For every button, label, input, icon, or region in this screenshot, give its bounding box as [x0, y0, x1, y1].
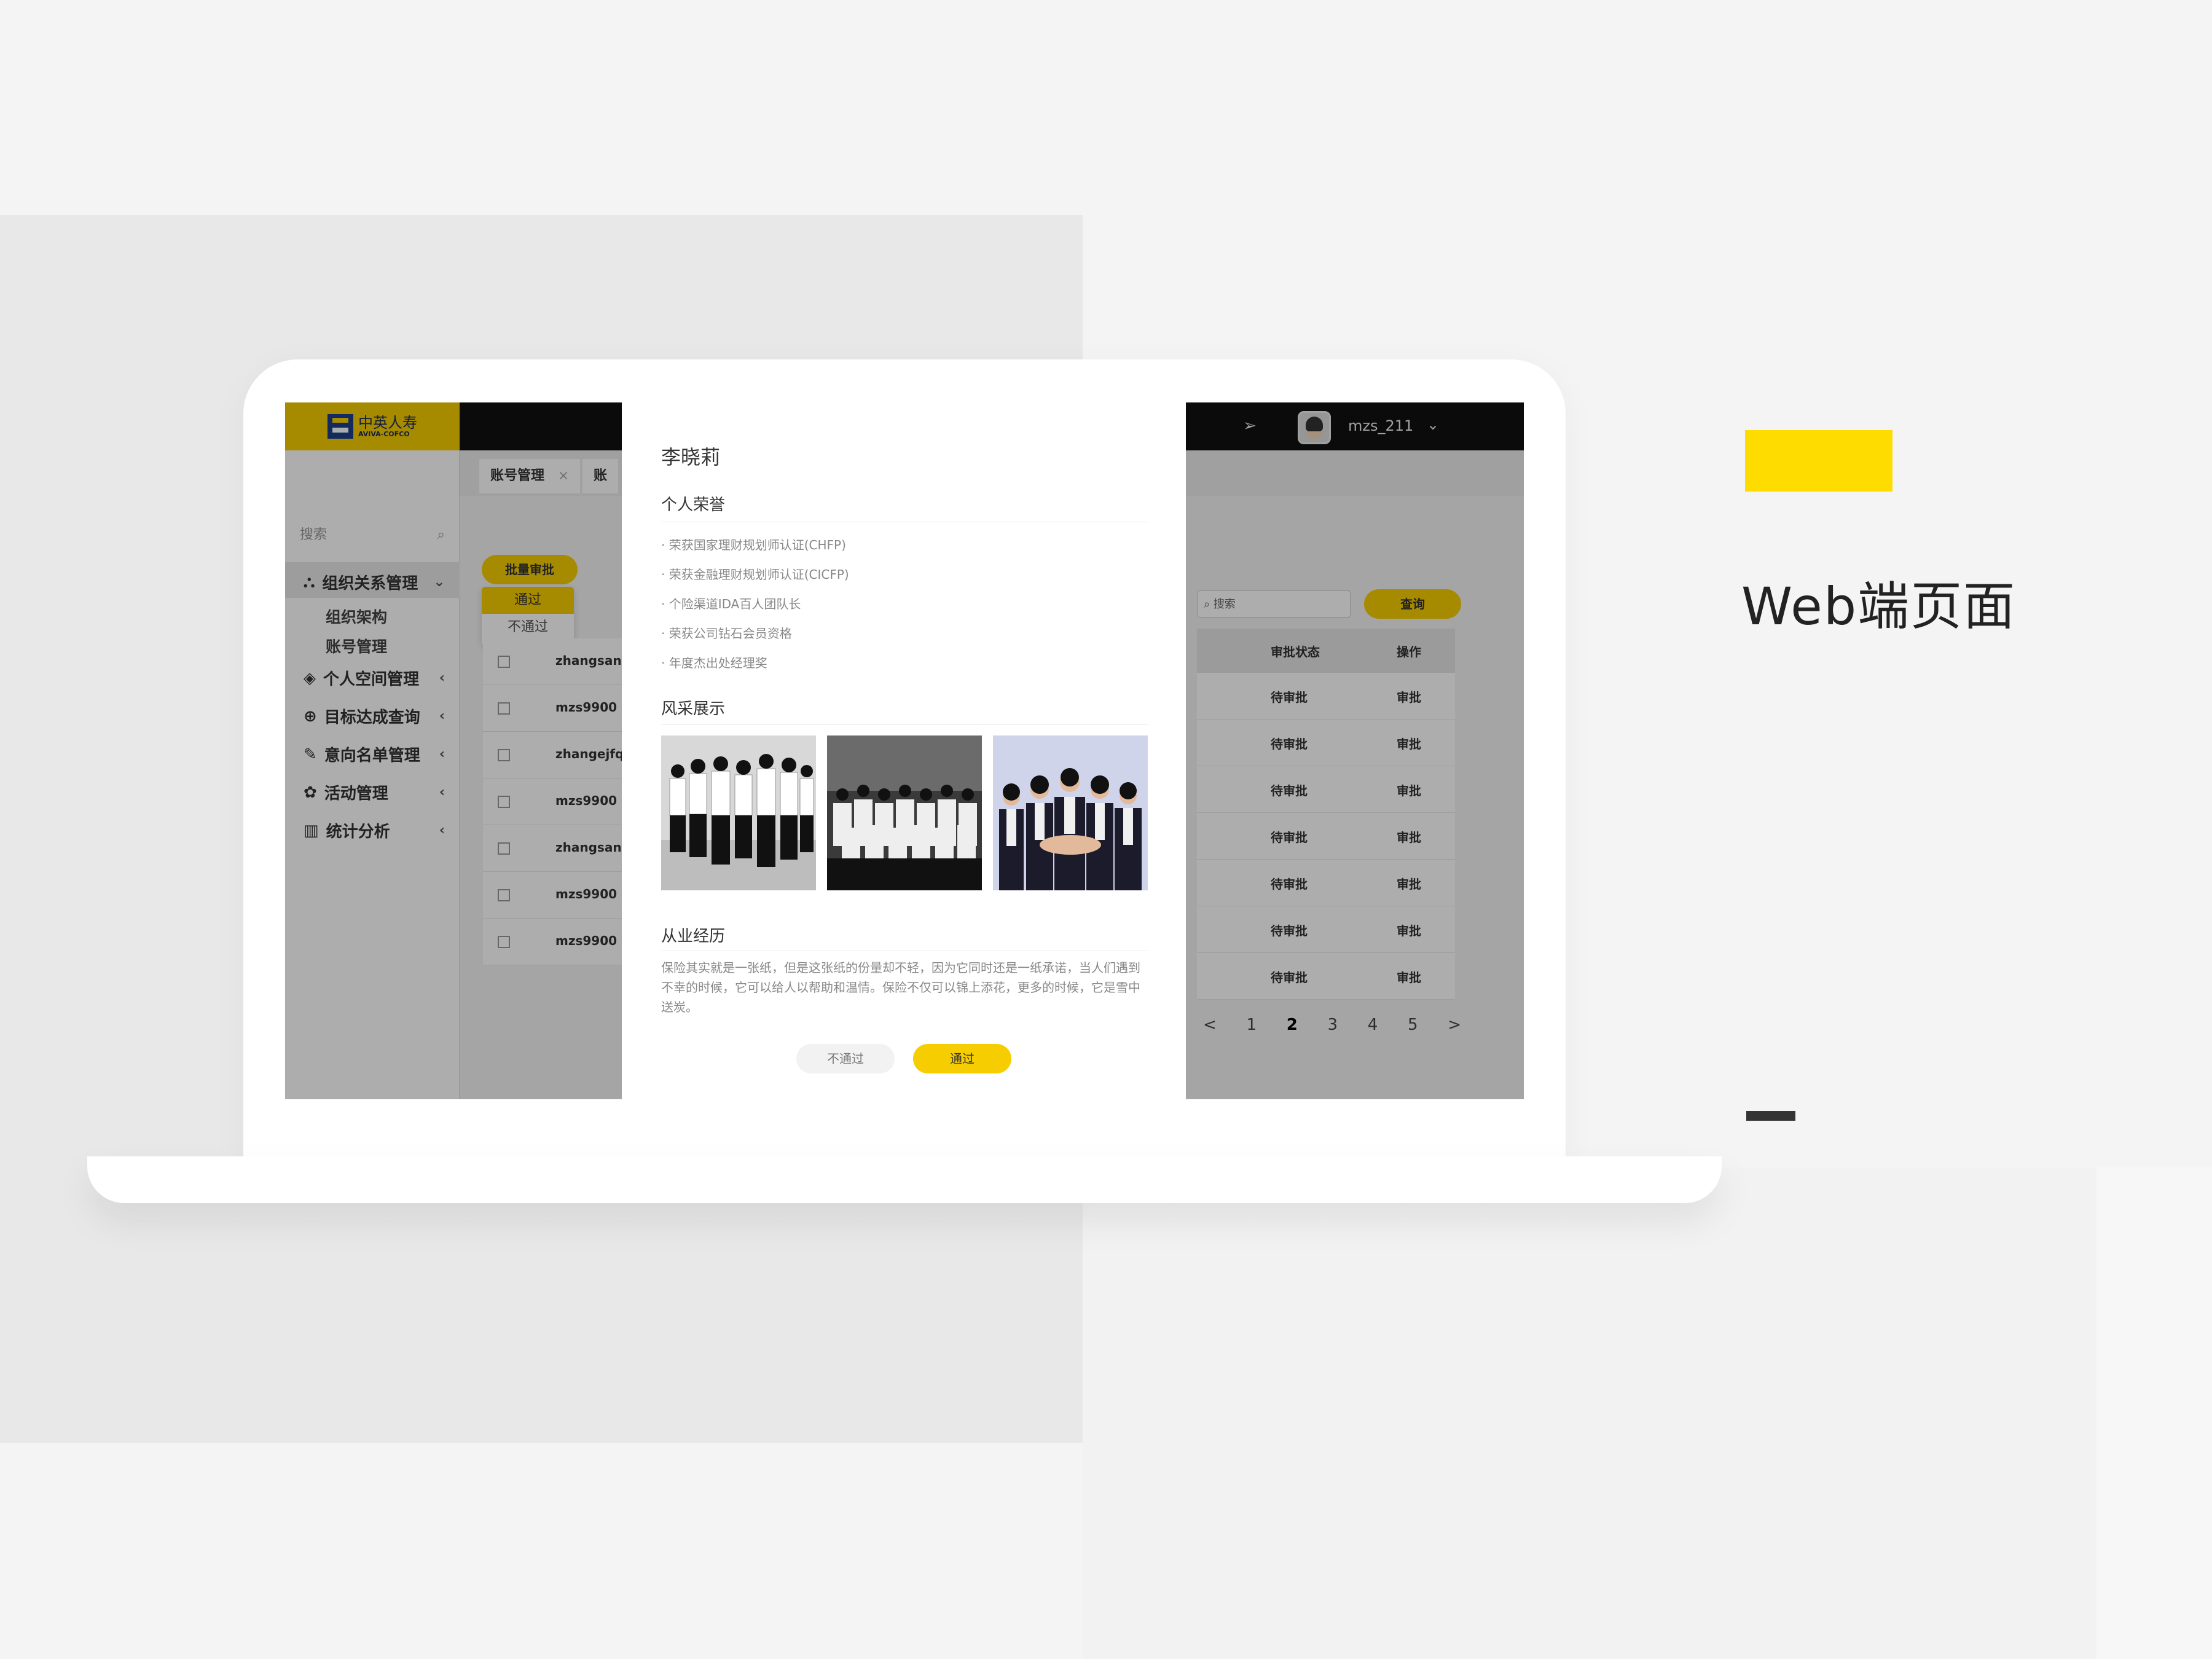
- divider: [661, 724, 1148, 725]
- background-strip-right: [2096, 1167, 2212, 1659]
- reject-button[interactable]: 不通过: [796, 1044, 895, 1073]
- experience-text: 保险其实就是一张纸，但是这张纸的份量却不轻，因为它同时还是一纸承诺，当人们遇到不…: [661, 960, 1140, 1014]
- honor-item: · 个险渠道IDA百人团队长: [661, 597, 801, 611]
- background-strip: [1083, 1167, 2096, 1659]
- laptop-screen: 中英人寿 AVIVA-COFCO ➢ ◎ mzs_211 ⌄ 搜索 ⌕ ⛬ 组织…: [285, 402, 1524, 1099]
- honor-item: · 荣获国家理财规划师认证(CHFP): [661, 538, 846, 552]
- honors-title: 个人荣誉: [661, 496, 726, 514]
- honor-item: · 年度杰出处经理奖: [661, 656, 767, 670]
- yellow-accent-block: [1745, 430, 1892, 492]
- honor-item: · 荣获公司钻石会员资格: [661, 626, 792, 641]
- page-title: Web端页面: [1741, 576, 2017, 637]
- gallery-title: 风采展示: [661, 700, 726, 718]
- laptop-base: [87, 1156, 1722, 1203]
- approve-button[interactable]: 通过: [913, 1044, 1011, 1073]
- gallery-photo-3[interactable]: [993, 735, 1148, 890]
- gallery-photo-2[interactable]: [827, 735, 982, 890]
- experience-title: 从业经历: [661, 927, 726, 946]
- dash-decoration: [1746, 1111, 1795, 1121]
- profile-name: 李晓莉: [661, 445, 721, 469]
- gallery-photo-1[interactable]: [661, 735, 816, 890]
- honor-item: · 荣获金融理财规划师认证(CICFP): [661, 567, 849, 582]
- profile-modal: 李晓莉 个人荣誉 · 荣获国家理财规划师认证(CHFP) · 荣获金融理财规划师…: [622, 402, 1186, 1099]
